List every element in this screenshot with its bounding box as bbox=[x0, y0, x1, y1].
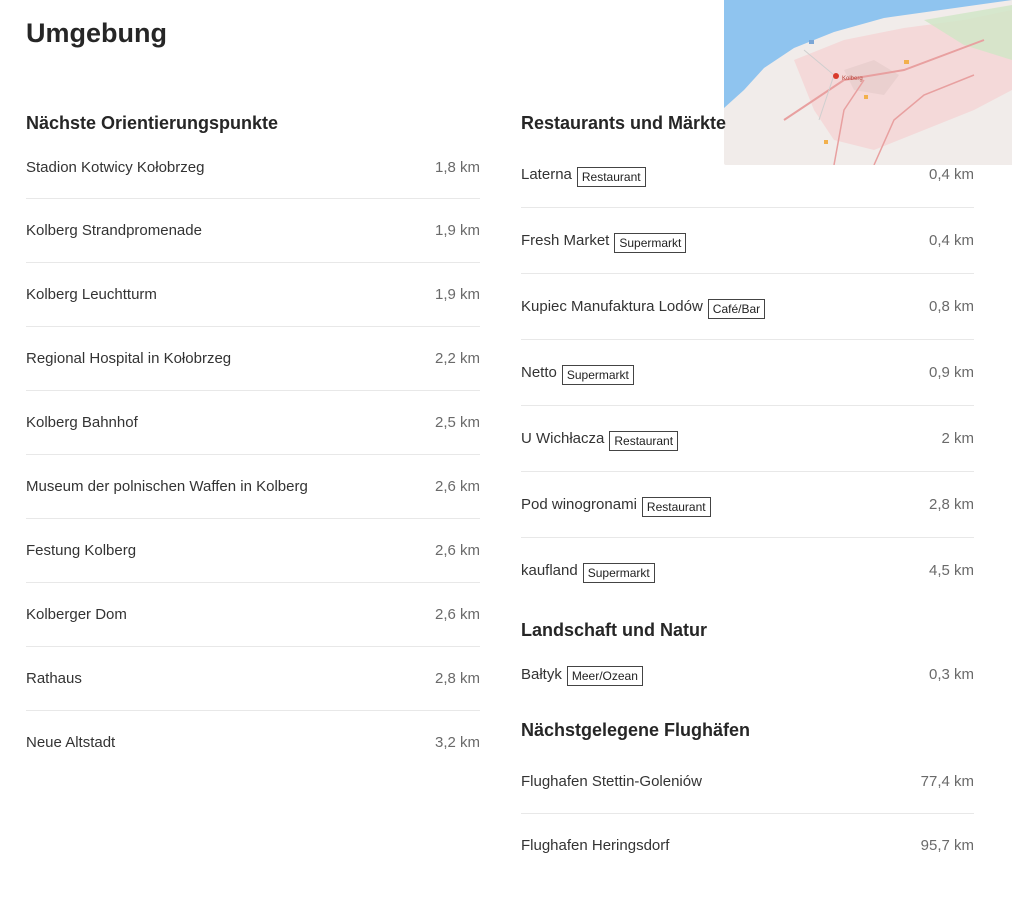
list-item[interactable]: Laterna Restaurant 0,4 km bbox=[521, 142, 974, 208]
landmark-distance: 2,5 km bbox=[434, 414, 480, 431]
list-item[interactable]: Museum der polnischen Waffen in Kolberg … bbox=[26, 455, 480, 519]
airport-distance: 77,4 km bbox=[920, 772, 974, 790]
list-item[interactable]: Kolberg Strandpromenade 1,9 km bbox=[26, 199, 480, 263]
list-item[interactable]: U Wichłacza Restaurant 2 km bbox=[521, 406, 974, 472]
place-distance: 4,5 km bbox=[928, 562, 974, 579]
landmark-distance: 2,6 km bbox=[434, 606, 480, 623]
list-item[interactable]: kaufland Supermarkt 4,5 km bbox=[521, 538, 974, 603]
place-distance: 0,8 km bbox=[928, 298, 974, 315]
list-item[interactable]: Bałtyk Meer/Ozean 0,3 km bbox=[521, 649, 974, 699]
landmarks-section: Nächste Orientierungspunkte Stadion Kotw… bbox=[26, 104, 480, 774]
category-badge: Supermarkt bbox=[614, 232, 687, 253]
place-distance: 2 km bbox=[941, 430, 974, 447]
place-distance: 0,9 km bbox=[928, 364, 974, 381]
list-item[interactable]: Flughafen Heringsdorf 95,7 km bbox=[521, 814, 974, 876]
landmark-name: Museum der polnischen Waffen in Kolberg bbox=[26, 478, 308, 495]
category-badge: Restaurant bbox=[609, 430, 679, 451]
category-badge: Supermarkt bbox=[582, 562, 655, 583]
landmark-name: Festung Kolberg bbox=[26, 542, 137, 559]
place-distance: 0,4 km bbox=[928, 166, 974, 183]
landmark-name: Rathaus bbox=[26, 670, 82, 687]
list-item[interactable]: Flughafen Stettin-Goleniów 77,4 km bbox=[521, 749, 974, 814]
landmark-name: Kolberg Bahnhof bbox=[26, 414, 138, 431]
landmark-name: Regional Hospital in Kołobrzeg bbox=[26, 350, 232, 367]
nature-title: Landschaft und Natur bbox=[521, 620, 708, 640]
airport-name: Flughafen Heringsdorf bbox=[521, 836, 670, 854]
place-distance: 2,8 km bbox=[928, 496, 974, 513]
list-item[interactable]: Fresh Market Supermarkt 0,4 km bbox=[521, 208, 974, 274]
list-item[interactable]: Kolberg Bahnhof 2,5 km bbox=[26, 391, 480, 455]
landmark-distance: 2,2 km bbox=[434, 350, 480, 367]
place-distance: 0,3 km bbox=[928, 665, 974, 683]
category-badge: Restaurant bbox=[641, 496, 711, 517]
landmark-name: Neue Altstadt bbox=[26, 734, 116, 751]
landmark-distance: 2,6 km bbox=[434, 542, 480, 559]
list-item[interactable]: Kolberger Dom 2,6 km bbox=[26, 583, 480, 647]
category-badge: Café/Bar bbox=[707, 298, 766, 319]
category-badge: Restaurant bbox=[576, 166, 646, 187]
place-name: Pod winogronami bbox=[521, 496, 637, 513]
category-badge: Meer/Ozean bbox=[566, 666, 643, 686]
place-name: Fresh Market bbox=[521, 232, 610, 249]
landmark-name: Kolberg Leuchtturm bbox=[26, 286, 157, 303]
place-name: kaufland bbox=[521, 562, 578, 579]
list-item[interactable]: Netto Supermarkt 0,9 km bbox=[521, 340, 974, 406]
landmark-name: Kolberg Strandpromenade bbox=[26, 222, 202, 239]
list-item[interactable]: Festung Kolberg 2,6 km bbox=[26, 519, 480, 583]
landmark-distance: 2,8 km bbox=[434, 670, 480, 687]
place-name: Bałtyk bbox=[521, 665, 562, 683]
right-column: Restaurants und Märkte Laterna Restaurant… bbox=[521, 104, 974, 876]
list-item[interactable]: Stadion Kotwicy Kołobrzeg 1,8 km bbox=[26, 136, 480, 199]
landmark-distance: 1,9 km bbox=[434, 222, 480, 239]
landmark-distance: 1,9 km bbox=[434, 286, 480, 303]
landmark-distance: 3,2 km bbox=[434, 734, 480, 751]
map-town-label: Kolberg bbox=[842, 76, 863, 82]
place-distance: 0,4 km bbox=[928, 232, 974, 249]
list-item[interactable]: Pod winogronami Restaurant 2,8 km bbox=[521, 472, 974, 538]
list-item[interactable]: Kupiec Manufaktura Lodów Café/Bar 0,8 km bbox=[521, 274, 974, 340]
place-name: Kupiec Manufaktura Lodów bbox=[521, 298, 703, 315]
landmark-name: Stadion Kotwicy Kołobrzeg bbox=[26, 158, 205, 176]
list-item[interactable]: Kolberg Leuchtturm 1,9 km bbox=[26, 263, 480, 327]
airport-distance: 95,7 km bbox=[920, 836, 974, 854]
restaurants-title: Restaurants und Märkte bbox=[521, 113, 727, 133]
list-item[interactable]: Regional Hospital in Kołobrzeg 2,2 km bbox=[26, 327, 480, 391]
landmark-name: Kolberger Dom bbox=[26, 606, 127, 623]
list-item[interactable]: Rathaus 2,8 km bbox=[26, 647, 480, 711]
landmark-distance: 1,8 km bbox=[434, 158, 480, 176]
list-item[interactable]: Neue Altstadt 3,2 km bbox=[26, 711, 480, 774]
landmark-distance: 2,6 km bbox=[434, 478, 480, 495]
place-name: Laterna bbox=[521, 166, 572, 183]
place-name: Netto bbox=[521, 364, 557, 381]
airport-name: Flughafen Stettin-Goleniów bbox=[521, 772, 702, 790]
page-title: Umgebung bbox=[26, 18, 167, 48]
airports-title: Nächstgelegene Flughäfen bbox=[521, 720, 751, 740]
place-name: U Wichłacza bbox=[521, 430, 605, 447]
category-badge: Supermarkt bbox=[561, 364, 634, 385]
